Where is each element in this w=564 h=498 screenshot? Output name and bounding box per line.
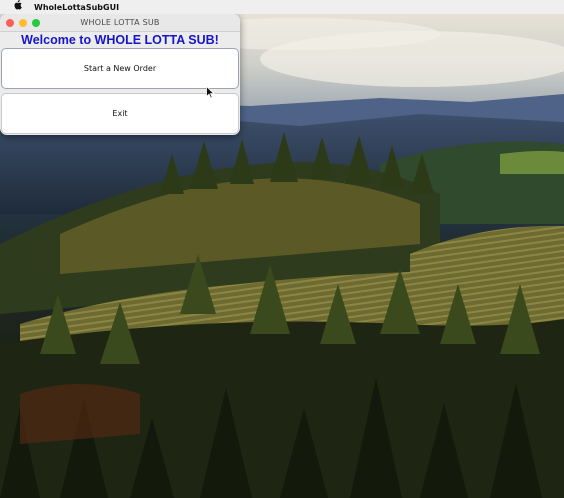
app-name-menu[interactable]: WholeLottaSubGUI [34,3,119,12]
app-window: WHOLE LOTTA SUB Welcome to WHOLE LOTTA S… [0,14,240,135]
welcome-heading: Welcome to WHOLE LOTTA SUB! [21,33,219,47]
exit-button[interactable]: Exit [1,93,239,134]
menu-bar: WholeLottaSubGUI [0,0,564,14]
window-titlebar[interactable]: WHOLE LOTTA SUB [0,14,240,32]
apple-logo-icon[interactable] [12,0,22,15]
start-new-order-button[interactable]: Start a New Order [1,48,239,89]
window-title: WHOLE LOTTA SUB [80,18,160,27]
mouse-pointer-icon [206,86,215,99]
desktop: WholeLottaSubGUI WHOLE LOTTA SUB Welcome… [0,0,564,498]
